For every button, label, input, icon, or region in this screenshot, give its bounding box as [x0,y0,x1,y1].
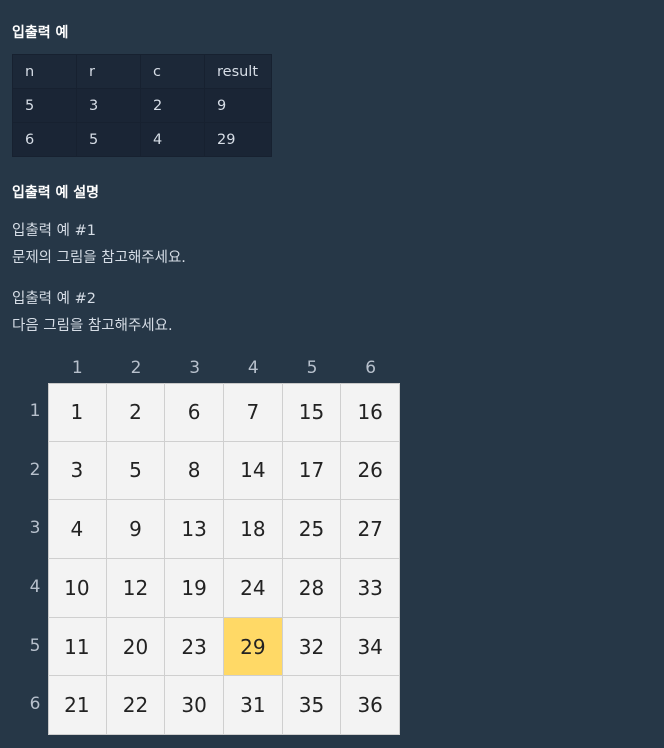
grid-cell: 15 [282,383,342,442]
grid-cell: 35 [282,676,342,735]
column-label: 3 [189,358,201,378]
grid-cell: 19 [165,559,224,618]
grid-cell: 26 [341,441,400,501]
section-title-io-explanation: 입출력 예 설명 [12,185,100,201]
grid-cell: 13 [165,500,224,559]
section-title-io-examples: 입출력 예 [12,25,69,41]
grid-cell: 21 [48,676,107,735]
grid-cell: 8 [165,441,224,501]
grid-cell: 10 [48,559,107,618]
grid-cell: 34 [341,617,400,677]
grid-cell: 1 [48,383,107,442]
grid-cell: 22 [106,676,166,735]
table-cell: 3 [76,88,141,123]
table-cell: 6 [12,122,77,157]
row-label: 6 [29,694,41,715]
grid-cell: 18 [224,500,283,559]
column-label: 1 [71,358,83,378]
table-cell: 9 [204,88,272,123]
table-cell: 29 [204,122,272,157]
row-label: 5 [29,635,41,656]
example-2-title: 입출력 예 #2 [12,291,96,307]
grid-cell: 20 [106,617,166,677]
grid-cell: 3 [48,441,107,501]
grid-cell: 30 [165,676,224,735]
grid-cell: 12 [106,559,166,618]
grid-cell-highlighted: 29 [224,617,283,677]
table-header-result: result [204,54,272,89]
row-label: 3 [29,518,41,539]
grid-cell: 9 [106,500,166,559]
grid-cell: 36 [341,676,400,735]
table-cell: 5 [76,122,141,157]
example-1-title: 입출력 예 #1 [12,223,96,239]
grid-cell: 32 [282,617,342,677]
grid-cell: 14 [224,441,283,501]
grid-cell: 24 [224,559,283,618]
grid-cell: 2 [106,383,166,442]
row-label: 4 [29,577,41,597]
column-label: 2 [130,358,142,378]
table-header-c: c [140,54,205,89]
grid-cell: 7 [224,383,283,442]
grid-cell: 4 [48,500,107,559]
grid-figure: 1 2 6 7 15 16 3 5 8 14 17 26 4 9 13 18 25 27 10 12 19 24 28 33 1… [0,350,420,740]
table-cell: 2 [140,88,205,123]
grid-cell: 27 [341,500,400,559]
io-examples-table: n r c result 5 3 2 9 6 5 4 29 [12,54,272,157]
example-2-text: 다음 그림을 참고해주세요. [12,318,173,334]
row-label: 1 [29,401,41,421]
grid-cell: 5 [106,441,166,501]
grid-cell: 28 [282,559,342,618]
table-header-r: r [76,54,141,89]
table-header-n: n [12,54,77,89]
number-grid: 1 2 6 7 15 16 3 5 8 14 17 26 4 9 13 18 25 27 10 12 19 24 28 33 1… [48,383,400,735]
column-label: 4 [247,358,259,378]
grid-cell: 23 [165,617,224,677]
grid-cell: 17 [282,441,342,501]
table-cell: 4 [140,122,205,157]
column-label: 5 [306,358,318,378]
grid-cell: 16 [341,383,400,442]
row-label: 2 [29,459,41,480]
grid-cell: 6 [165,383,224,442]
grid-cell: 33 [341,559,400,618]
table-row: 5 3 2 9 [12,88,272,123]
table-row: 6 5 4 29 [12,122,272,157]
table-cell: 5 [12,88,77,123]
grid-cell: 11 [48,617,107,677]
grid-cell: 31 [224,676,283,735]
example-1-text: 문제의 그림을 참고해주세요. [12,250,186,266]
table-header-row: n r c result [12,54,272,89]
column-label: 6 [365,358,377,378]
grid-cell: 25 [282,500,342,559]
